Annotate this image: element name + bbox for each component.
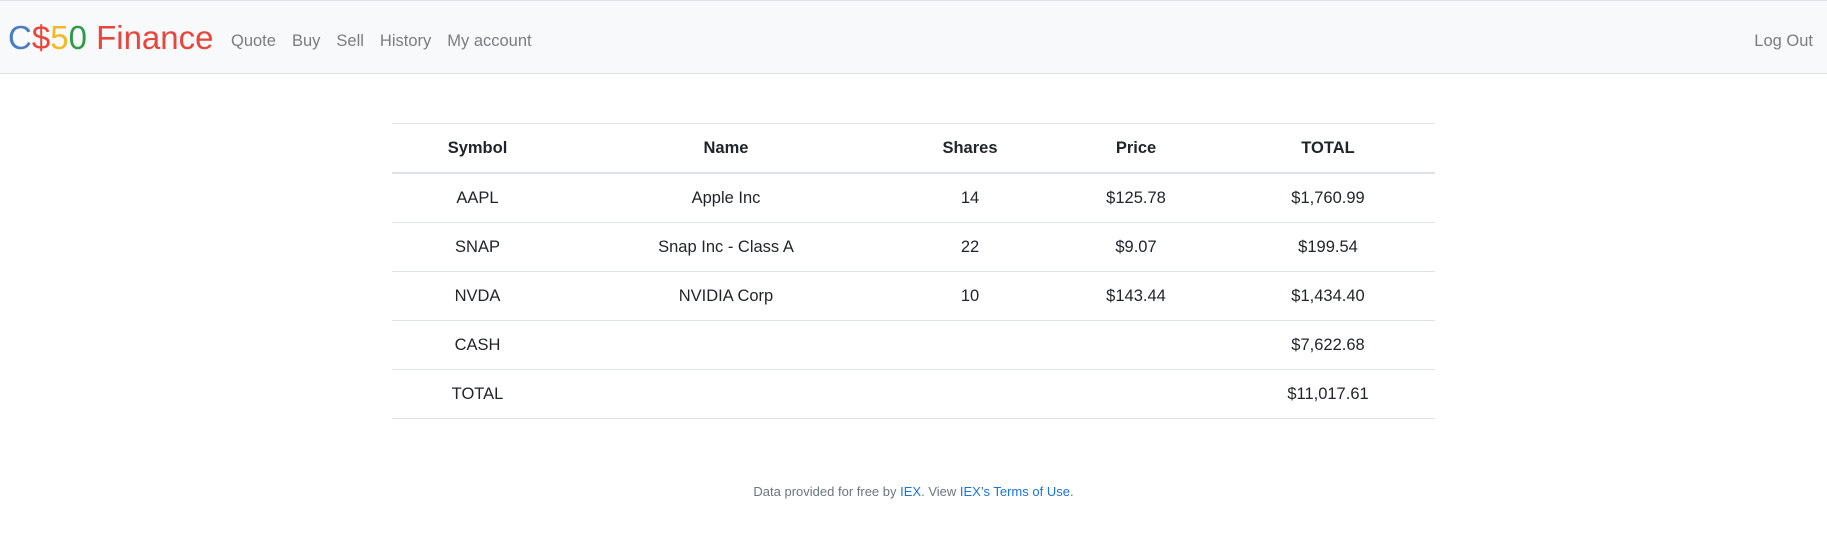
iex-terms-link[interactable]: IEX’s Terms of Use: [960, 484, 1070, 499]
nav-item-my-account[interactable]: My account: [447, 31, 531, 51]
table-body: AAPL Apple Inc 14 $125.78 $1,760.99 SNAP…: [392, 172, 1435, 419]
brand-letter-c: C: [8, 19, 32, 56]
nav-item-buy[interactable]: Buy: [292, 31, 320, 51]
cell-shares: 10: [889, 271, 1051, 321]
footer-suffix: .: [1069, 484, 1074, 499]
table-row: AAPL Apple Inc 14 $125.78 $1,760.99: [392, 172, 1435, 223]
cell-shares: [889, 369, 1051, 419]
cell-name: Apple Inc: [563, 172, 889, 223]
nav-item-history[interactable]: History: [380, 31, 431, 51]
cell-symbol: AAPL: [392, 172, 563, 223]
table-row: NVDA NVIDIA Corp 10 $143.44 $1,434.40: [392, 271, 1435, 321]
footer: Data provided for free by IEX. View IEX’…: [0, 484, 1827, 500]
portfolio-table: Symbol Name Shares Price TOTAL AAPL Appl…: [392, 123, 1435, 419]
cell-price: [1051, 369, 1221, 419]
table-row-cash: CASH $7,622.68: [392, 320, 1435, 370]
navbar: C$50 Finance Quote Buy Sell History My a…: [0, 0, 1827, 74]
cell-shares: 22: [889, 222, 1051, 272]
iex-link[interactable]: IEX: [900, 484, 921, 499]
brand-letter-dollar: $: [31, 19, 51, 56]
cell-total: $11,017.61: [1221, 369, 1435, 419]
table-row: SNAP Snap Inc - Class A 22 $9.07 $199.54: [392, 222, 1435, 272]
brand-logo-link[interactable]: C$50 Finance: [8, 19, 214, 57]
footer-prefix: Data provided for free by: [753, 484, 901, 499]
cell-symbol: NVDA: [392, 271, 563, 321]
cell-price: [1051, 320, 1221, 370]
cell-total: $199.54: [1221, 222, 1435, 272]
cell-symbol: TOTAL: [392, 369, 563, 419]
cell-shares: 14: [889, 172, 1051, 223]
cell-symbol: CASH: [392, 320, 563, 370]
cell-price: $9.07: [1051, 222, 1221, 272]
header-symbol: Symbol: [392, 123, 563, 174]
header-name: Name: [563, 123, 889, 174]
header-price: Price: [1051, 123, 1221, 174]
footer-middle: . View: [921, 484, 960, 499]
table-header: Symbol Name Shares Price TOTAL: [392, 123, 1435, 174]
cell-shares: [889, 320, 1051, 370]
header-shares: Shares: [889, 123, 1051, 174]
brand-letter-0: 0: [68, 19, 87, 56]
table-header-row: Symbol Name Shares Price TOTAL: [392, 123, 1435, 174]
brand-letter-5: 5: [50, 19, 69, 56]
cell-name: [563, 369, 889, 419]
cell-symbol: SNAP: [392, 222, 563, 272]
table-row-grand-total: TOTAL $11,017.61: [392, 369, 1435, 419]
nav-item-sell[interactable]: Sell: [336, 31, 364, 51]
cell-name: Snap Inc - Class A: [563, 222, 889, 272]
header-total: TOTAL: [1221, 123, 1435, 174]
cell-name: [563, 320, 889, 370]
cell-price: $125.78: [1051, 172, 1221, 223]
cell-total: $7,622.68: [1221, 320, 1435, 370]
cell-price: $143.44: [1051, 271, 1221, 321]
cell-total: $1,434.40: [1221, 271, 1435, 321]
cell-name: NVIDIA Corp: [563, 271, 889, 321]
logout-link[interactable]: Log Out: [1754, 31, 1813, 51]
cell-total: $1,760.99: [1221, 172, 1435, 223]
nav-item-quote[interactable]: Quote: [231, 31, 276, 51]
brand-word-finance: Finance: [86, 19, 214, 56]
nav-links: Quote Buy Sell History My account: [231, 31, 548, 51]
